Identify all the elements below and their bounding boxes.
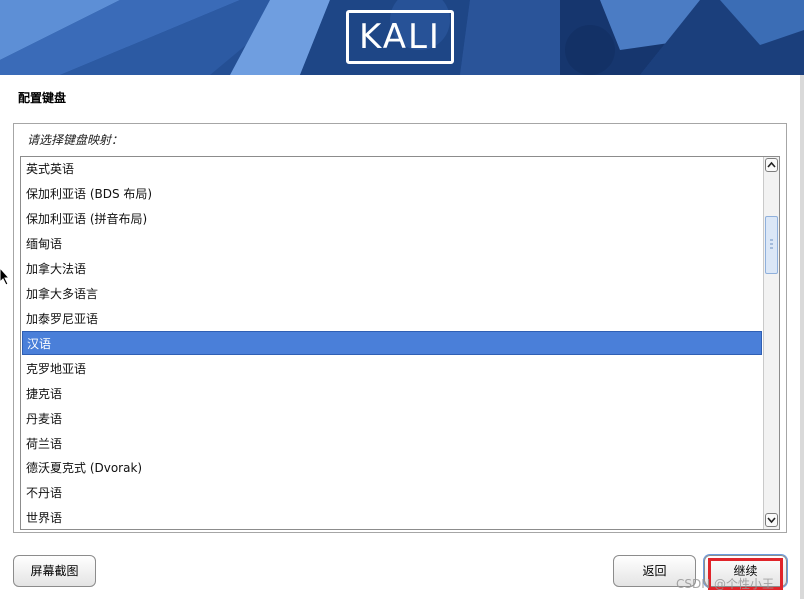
- list-item-selected[interactable]: 汉语: [22, 331, 762, 355]
- list-item[interactable]: 加拿大多语言: [22, 282, 762, 306]
- list-item[interactable]: 克罗地亚语: [22, 357, 762, 381]
- watermark: CSDN @个性小王: [676, 577, 775, 591]
- page-title: 配置键盘: [18, 91, 67, 105]
- list-item[interactable]: 保加利亚语 (BDS 布局): [22, 182, 762, 206]
- kali-banner: KALI: [0, 0, 804, 75]
- grip-icon: [770, 239, 773, 249]
- list-item[interactable]: 丹麦语: [22, 407, 762, 431]
- list-item[interactable]: 英式英语: [22, 157, 762, 181]
- list-item[interactable]: 保加利亚语 (拼音布局): [22, 207, 762, 231]
- screenshot-button[interactable]: 屏幕截图: [13, 555, 96, 587]
- list-item[interactable]: 加拿大法语: [22, 257, 762, 281]
- window-edge: [800, 75, 804, 599]
- chevron-down-icon: [767, 517, 776, 524]
- list-item[interactable]: 捷克语: [22, 382, 762, 406]
- keymap-prompt: 请选择键盘映射：: [27, 133, 124, 147]
- chevron-up-icon: [767, 161, 776, 168]
- scroll-down-button[interactable]: [765, 513, 778, 527]
- kali-logo: KALI: [346, 10, 454, 64]
- list-item[interactable]: 加泰罗尼亚语: [22, 307, 762, 331]
- list-item[interactable]: 荷兰语: [22, 432, 762, 456]
- list-item[interactable]: 缅甸语: [22, 232, 762, 256]
- mouse-cursor-icon: [0, 268, 10, 286]
- keymap-list[interactable]: 英式英语 保加利亚语 (BDS 布局) 保加利亚语 (拼音布局) 缅甸语 加拿大…: [20, 156, 780, 530]
- list-item[interactable]: 不丹语: [22, 481, 762, 505]
- scroll-thumb[interactable]: [765, 216, 778, 274]
- list-item[interactable]: 德沃夏克式 (Dvorak): [22, 456, 762, 480]
- list-scrollbar[interactable]: [763, 157, 779, 529]
- list-item[interactable]: 世界语: [22, 506, 762, 529]
- scroll-up-button[interactable]: [765, 158, 778, 172]
